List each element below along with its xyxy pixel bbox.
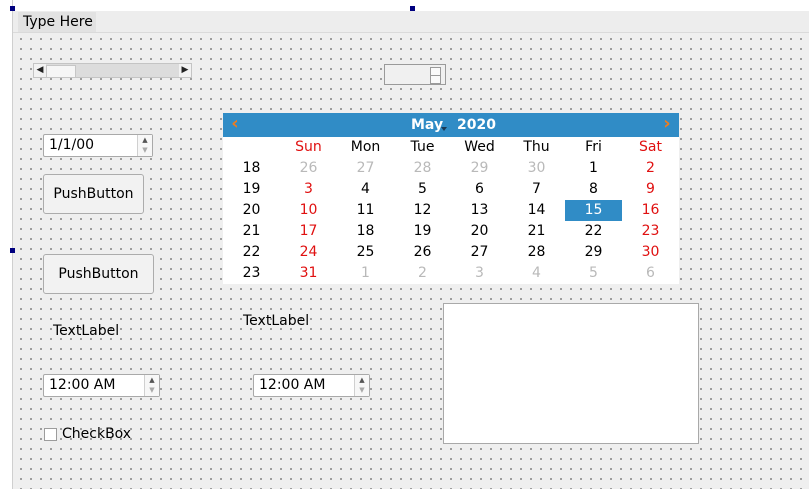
time-edit-value: 12:00 AM [49, 377, 116, 393]
calendar-day[interactable]: 30 [622, 242, 679, 263]
calendar-day[interactable]: 27 [337, 158, 394, 179]
weekday-label: Tue [410, 139, 435, 155]
calendar-week-row: 22 24 25 26 27 28 29 30 [223, 242, 679, 263]
spin-down-icon[interactable]: ▼ [138, 145, 152, 155]
weekday-label: Wed [464, 139, 495, 155]
scrollbar-thumb[interactable] [46, 65, 76, 78]
weekday-label: Thu [523, 139, 550, 155]
time-edit-1[interactable]: 12:00 AM ▲ ▼ [43, 374, 160, 397]
calendar-year[interactable]: 2020 [457, 117, 496, 133]
menu-type-here[interactable]: Type Here [18, 12, 96, 32]
time-edit-2[interactable]: 12:00 AM ▲ ▼ [253, 374, 370, 397]
calendar-day[interactable]: 18 [337, 221, 394, 242]
calendar-day[interactable]: 14 [508, 200, 565, 221]
checkbox-label[interactable]: CheckBox [62, 426, 131, 442]
calendar-day[interactable]: 28 [394, 158, 451, 179]
weekday-label: Sat [639, 139, 662, 155]
weekday-label: Mon [350, 139, 381, 155]
calendar-day[interactable]: 30 [508, 158, 565, 179]
date-edit[interactable]: 1/1/00 ▲ ▼ [43, 134, 153, 157]
calendar-week-row: 19 3 4 5 6 7 8 9 [223, 179, 679, 200]
calendar-day[interactable]: 26 [394, 242, 451, 263]
calendar-weekday-header: Sun Mon Tue Wed Thu Fri Sat [223, 137, 679, 158]
calendar-day[interactable]: 4 [508, 263, 565, 284]
calendar-day[interactable]: 31 [280, 263, 337, 284]
calendar-day[interactable]: 28 [508, 242, 565, 263]
calendar-nav-bar: ‹ May 2020 › [223, 113, 679, 137]
date-edit-value: 1/1/00 [49, 137, 95, 153]
spin-up-icon[interactable]: ▲ [138, 135, 152, 145]
calendar-day[interactable]: 17 [280, 221, 337, 242]
calendar-day[interactable]: 1 [565, 158, 622, 179]
calendar-day[interactable]: 8 [565, 179, 622, 200]
arrow-right-icon[interactable]: ▶ [179, 64, 191, 77]
calendar-day[interactable]: 6 [622, 263, 679, 284]
chevron-right-icon[interactable]: › [657, 113, 677, 137]
spin-box[interactable] [384, 64, 446, 85]
spin-up-icon[interactable]: ▲ [145, 375, 159, 385]
calendar-week-row: 23 31 1 2 3 4 5 6 [223, 263, 679, 284]
checkbox[interactable] [44, 428, 57, 441]
calendar-day[interactable]: 10 [280, 200, 337, 221]
calendar-day[interactable]: 5 [565, 263, 622, 284]
calendar-day[interactable]: 29 [451, 158, 508, 179]
text-label-1: TextLabel [53, 323, 120, 339]
calendar-day[interactable]: 22 [565, 221, 622, 242]
spin-up-icon[interactable]: ▲ [355, 375, 369, 385]
arrow-left-icon[interactable]: ◀ [34, 64, 46, 77]
calendar-day[interactable]: 7 [508, 179, 565, 200]
calendar-day[interactable]: 12 [394, 200, 451, 221]
selection-handle[interactable] [10, 248, 15, 253]
calendar-day[interactable]: 9 [622, 179, 679, 200]
selection-handle[interactable] [10, 6, 15, 11]
calendar-day[interactable]: 3 [280, 179, 337, 200]
weekday-label: Fri [585, 139, 602, 155]
calendar-day[interactable]: 19 [394, 221, 451, 242]
time-edit-value: 12:00 AM [259, 377, 326, 393]
calendar-day[interactable]: 4 [337, 179, 394, 200]
push-button-2[interactable]: PushButton [43, 254, 154, 294]
selection-handle[interactable] [410, 6, 415, 11]
calendar-day[interactable]: 21 [508, 221, 565, 242]
calendar-week-row: 18 26 27 28 29 30 1 2 [223, 158, 679, 179]
calendar-day[interactable]: 11 [337, 200, 394, 221]
push-button-1[interactable]: PushButton [43, 174, 144, 214]
calendar-day[interactable]: 1 [337, 263, 394, 284]
calendar-day[interactable]: 26 [280, 158, 337, 179]
week-number: 20 [242, 202, 261, 218]
calendar-day[interactable]: 3 [451, 263, 508, 284]
menu-bar [13, 11, 809, 33]
calendar-day[interactable]: 29 [565, 242, 622, 263]
chevron-left-icon[interactable]: ‹ [225, 113, 245, 137]
week-number: 22 [242, 244, 261, 260]
calendar-day[interactable]: 13 [451, 200, 508, 221]
calendar-day[interactable]: 20 [451, 221, 508, 242]
spin-arrows-icon[interactable] [430, 67, 441, 84]
caret-down-icon[interactable] [441, 127, 447, 131]
weekday-label: Sun [295, 139, 322, 155]
text-label-2: TextLabel [243, 313, 310, 329]
text-edit[interactable] [443, 303, 699, 444]
week-number: 23 [242, 265, 261, 281]
calendar-day[interactable]: 16 [622, 200, 679, 221]
calendar-month[interactable]: May [411, 117, 443, 133]
calendar-day-selected[interactable]: 15 [565, 200, 622, 221]
spin-down-icon[interactable]: ▼ [145, 385, 159, 395]
horizontal-scrollbar[interactable]: ◀ ▶ [33, 63, 192, 78]
calendar-week-row: 20 10 11 12 13 14 15 16 [223, 200, 679, 221]
calendar-day[interactable]: 27 [451, 242, 508, 263]
calendar-day[interactable]: 6 [451, 179, 508, 200]
calendar-day[interactable]: 23 [622, 221, 679, 242]
calendar-day[interactable]: 5 [394, 179, 451, 200]
calendar-day[interactable]: 24 [280, 242, 337, 263]
week-number: 21 [242, 223, 261, 239]
calendar-day[interactable]: 2 [394, 263, 451, 284]
calendar-day[interactable]: 2 [622, 158, 679, 179]
week-number: 19 [242, 181, 261, 197]
calendar-day[interactable]: 25 [337, 242, 394, 263]
spin-down-icon[interactable]: ▼ [355, 385, 369, 395]
calendar-widget[interactable]: ‹ May 2020 › Sun Mon Tue Wed Thu Fri Sat 18 26 27… [223, 113, 679, 284]
calendar-week-row: 21 17 18 19 20 21 22 23 [223, 221, 679, 242]
week-number: 18 [242, 160, 261, 176]
